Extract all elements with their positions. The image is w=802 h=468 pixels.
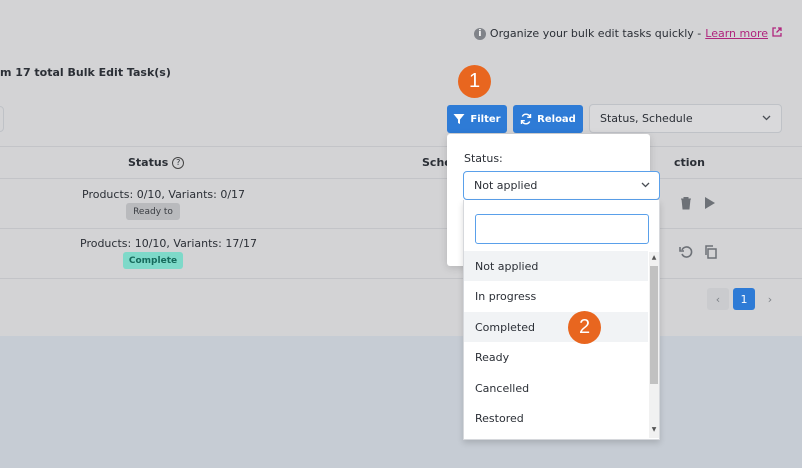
total-tasks-text: m 17 total Bulk Edit Task(s) bbox=[0, 66, 171, 79]
learn-more-link[interactable]: Learn more bbox=[705, 27, 768, 40]
step-badge-1: 1 bbox=[458, 65, 491, 98]
step-badge-2: 2 bbox=[568, 311, 601, 344]
column-header-status: Status ? bbox=[128, 156, 185, 169]
scroll-down-icon[interactable]: ▼ bbox=[650, 426, 658, 433]
dropdown-option[interactable]: Completed bbox=[464, 312, 648, 342]
play-icon[interactable] bbox=[704, 196, 716, 214]
info-text: Organize your bulk edit tasks quickly - bbox=[489, 27, 702, 40]
info-icon: i bbox=[473, 27, 486, 40]
filter-icon bbox=[453, 113, 465, 125]
columns-select-value: Status, Schedule bbox=[600, 112, 693, 125]
dropdown-option[interactable]: Not applied bbox=[464, 251, 648, 281]
dropdown-search-input[interactable] bbox=[475, 214, 649, 244]
scroll-up-icon[interactable]: ▲ bbox=[650, 254, 658, 261]
search-input[interactable] bbox=[0, 106, 4, 132]
dropdown-option[interactable]: Ready bbox=[464, 342, 648, 372]
page-1-button[interactable]: 1 bbox=[733, 288, 755, 310]
trash-icon[interactable] bbox=[680, 196, 692, 214]
dropdown-scroll-thumb[interactable] bbox=[650, 266, 658, 384]
reload-button[interactable]: Reload bbox=[513, 105, 583, 133]
column-header-action: ction bbox=[674, 156, 705, 169]
prev-page-button[interactable]: ‹ bbox=[707, 288, 729, 310]
filter-button[interactable]: Filter bbox=[447, 105, 507, 133]
external-link-icon[interactable] bbox=[772, 27, 782, 40]
column-header-status-label: Status bbox=[128, 156, 169, 169]
dropdown-option[interactable]: Cancelled bbox=[464, 373, 648, 403]
status-badge: Complete bbox=[123, 252, 183, 269]
reload-icon bbox=[520, 113, 532, 125]
help-icon[interactable]: ? bbox=[172, 156, 185, 169]
status-filter-label: Status: bbox=[464, 152, 503, 165]
status-filter-select[interactable]: Not applied bbox=[463, 171, 660, 200]
chevron-down-icon bbox=[641, 180, 650, 191]
columns-select[interactable]: Status, Schedule bbox=[589, 104, 782, 133]
status-badge: Ready to bbox=[126, 203, 180, 220]
copy-icon[interactable] bbox=[704, 245, 717, 263]
row-2-status-text: Products: 10/10, Variants: 17/17 bbox=[80, 237, 258, 250]
next-page-button[interactable]: › bbox=[759, 288, 781, 310]
undo-icon[interactable] bbox=[679, 245, 693, 263]
info-line: i Organize your bulk edit tasks quickly … bbox=[473, 27, 782, 40]
row-divider bbox=[0, 228, 802, 229]
chevron-down-icon bbox=[762, 113, 771, 124]
reload-button-label: Reload bbox=[537, 113, 576, 125]
page-footer-area bbox=[0, 336, 802, 468]
dropdown-option[interactable]: In progress bbox=[464, 281, 648, 311]
filter-button-label: Filter bbox=[470, 113, 501, 125]
row-divider bbox=[0, 278, 802, 279]
dropdown-option[interactable]: Restored bbox=[464, 403, 648, 433]
status-filter-value: Not applied bbox=[474, 179, 538, 192]
row-1-status-text: Products: 0/10, Variants: 0/17 bbox=[82, 188, 246, 201]
